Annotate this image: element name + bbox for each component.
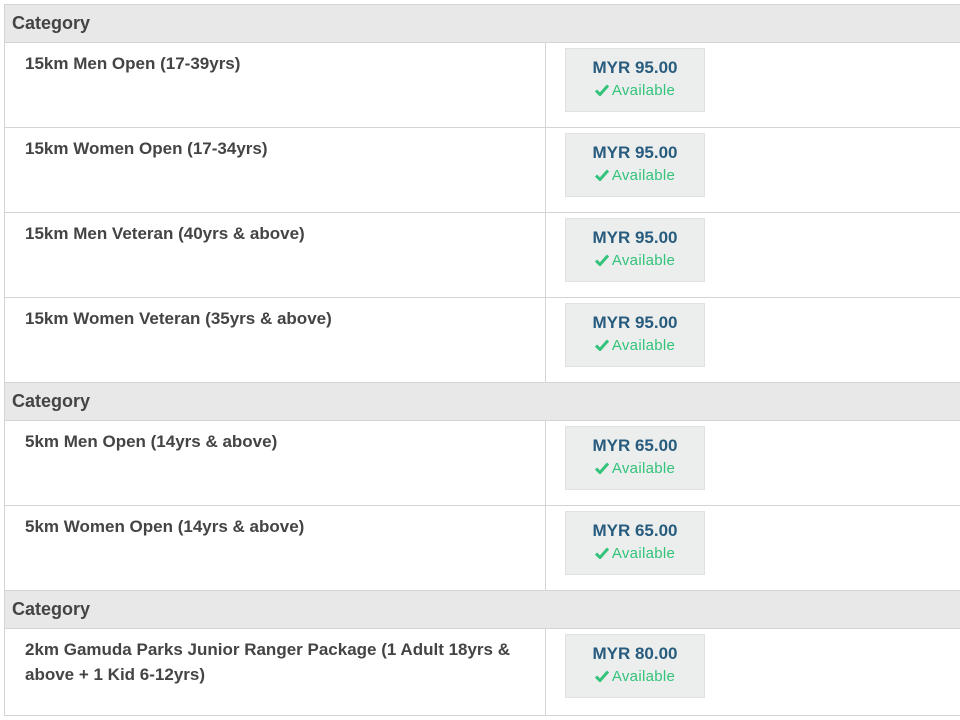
availability-label: Available	[611, 167, 676, 184]
category-name: 2km Gamuda Parks Junior Ranger Package (…	[5, 629, 546, 715]
price-label: MYR 65.00	[592, 436, 678, 455]
table-row[interactable]: 5km Women Open (14yrs & above) MYR 65.00…	[4, 506, 960, 591]
check-icon	[594, 462, 609, 474]
price-box[interactable]: MYR 65.00 Available	[565, 426, 705, 490]
table-row[interactable]: 15km Women Open (17-34yrs) MYR 95.00 Ava…	[4, 128, 960, 213]
price-box[interactable]: MYR 95.00 Available	[565, 303, 705, 367]
price-box[interactable]: MYR 95.00 Available	[565, 218, 705, 282]
category-name: 15km Women Open (17-34yrs)	[5, 128, 546, 212]
table-row[interactable]: 5km Men Open (14yrs & above) MYR 65.00 A…	[4, 421, 960, 506]
category-name: 15km Men Veteran (40yrs & above)	[5, 213, 546, 297]
price-box[interactable]: MYR 95.00 Available	[565, 48, 705, 112]
price-label: MYR 80.00	[592, 644, 678, 663]
availability-label: Available	[611, 545, 676, 562]
table-row[interactable]: 15km Men Open (17-39yrs) MYR 95.00 Avail…	[4, 43, 960, 128]
table-row[interactable]: 2km Gamuda Parks Junior Ranger Package (…	[4, 629, 960, 716]
price-label: MYR 65.00	[592, 521, 678, 540]
availability-label: Available	[611, 337, 676, 354]
category-name: 15km Women Veteran (35yrs & above)	[5, 298, 546, 382]
availability-status: Available	[566, 667, 704, 687]
check-icon	[594, 84, 609, 96]
check-icon	[594, 339, 609, 351]
price-cell: MYR 65.00 Available	[546, 506, 960, 590]
table-row[interactable]: 15km Men Veteran (40yrs & above) MYR 95.…	[4, 213, 960, 298]
price-box[interactable]: MYR 65.00 Available	[565, 511, 705, 575]
category-name: 5km Men Open (14yrs & above)	[5, 421, 546, 505]
category-name: 5km Women Open (14yrs & above)	[5, 506, 546, 590]
price-cell: MYR 95.00 Available	[546, 213, 960, 297]
price-label: MYR 95.00	[592, 313, 678, 332]
price-cell: MYR 95.00 Available	[546, 128, 960, 212]
category-header: Category	[4, 383, 960, 421]
price-cell: MYR 65.00 Available	[546, 421, 960, 505]
availability-status: Available	[566, 336, 704, 356]
table-row[interactable]: 15km Women Veteran (35yrs & above) MYR 9…	[4, 298, 960, 383]
availability-status: Available	[566, 81, 704, 101]
availability-label: Available	[611, 82, 676, 99]
check-icon	[594, 547, 609, 559]
availability-label: Available	[611, 668, 676, 685]
price-box[interactable]: MYR 80.00 Available	[565, 634, 705, 698]
price-cell: MYR 80.00 Available	[546, 629, 960, 715]
availability-status: Available	[566, 251, 704, 271]
availability-label: Available	[611, 460, 676, 477]
price-label: MYR 95.00	[592, 143, 678, 162]
check-icon	[594, 670, 609, 682]
price-cell: MYR 95.00 Available	[546, 298, 960, 382]
check-icon	[594, 169, 609, 181]
check-icon	[594, 254, 609, 266]
category-header: Category	[4, 591, 960, 629]
category-table: Category 15km Men Open (17-39yrs) MYR 95…	[4, 4, 960, 716]
category-name: 15km Men Open (17-39yrs)	[5, 43, 546, 127]
availability-label: Available	[611, 252, 676, 269]
availability-status: Available	[566, 166, 704, 186]
price-cell: MYR 95.00 Available	[546, 43, 960, 127]
category-header: Category	[4, 5, 960, 43]
availability-status: Available	[566, 544, 704, 564]
availability-status: Available	[566, 459, 704, 479]
price-label: MYR 95.00	[592, 58, 678, 77]
price-label: MYR 95.00	[592, 228, 678, 247]
price-box[interactable]: MYR 95.00 Available	[565, 133, 705, 197]
